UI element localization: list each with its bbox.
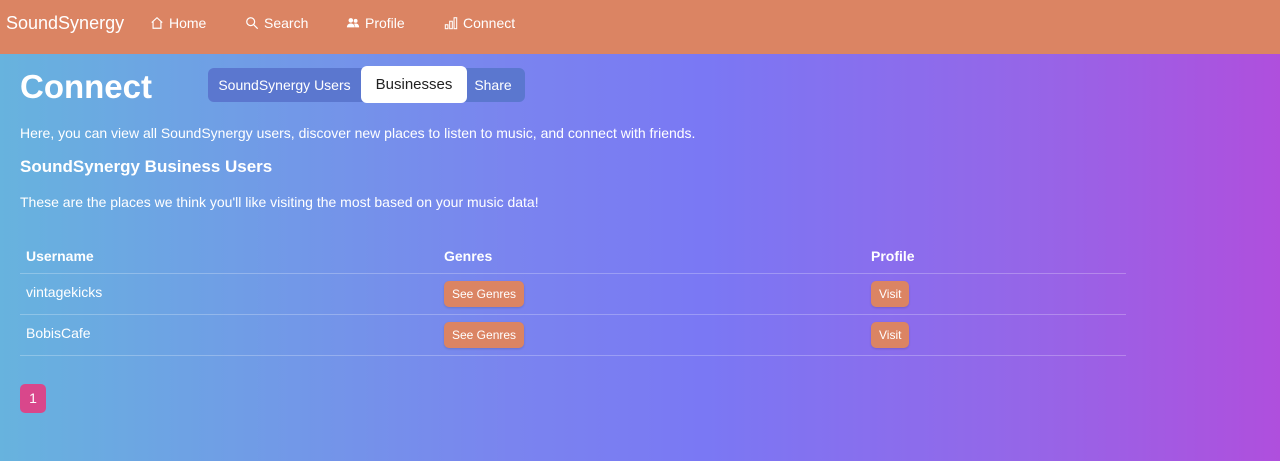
bar-chart-icon [444,17,458,30]
header-username: Username [26,248,94,264]
search-icon [246,17,259,30]
business-users-table: Username Genres Profile vintagekicks See… [20,238,1126,356]
header-genres: Genres [444,248,493,264]
home-icon [151,16,163,29]
nav-connect[interactable]: Connect [444,15,515,31]
nav-search-label: Search [264,15,309,31]
nav-profile-label: Profile [365,15,405,31]
see-genres-button[interactable]: See Genres [444,322,525,348]
nav-connect-label: Connect [463,15,516,31]
nav-home[interactable]: Home [150,15,206,31]
table-row: BobisCafe See Genres Visit [20,315,1126,356]
see-genres-button[interactable]: See Genres [444,281,525,307]
section-title: SoundSynergy Business Users [20,157,273,176]
header-profile: Profile [871,248,915,264]
table-header: Username Genres Profile [20,238,1126,274]
tab-soundsynergy-users[interactable]: SoundSynergy Users [208,68,361,102]
table-row: vintagekicks See Genres Visit [20,274,1126,315]
tab-businesses[interactable]: Businesses [361,66,467,103]
users-icon [346,18,360,28]
nav-profile[interactable]: Profile [346,15,405,31]
connect-tabs: SoundSynergy Users Businesses Share [208,66,525,103]
nav-home-label: Home [169,15,207,31]
top-navbar: SoundSynergy Home Search Profile Connect [0,0,1280,54]
section-description: These are the places we think you'll lik… [20,194,539,210]
nav-search[interactable]: Search [245,15,308,31]
visit-button[interactable]: Visit [871,281,910,307]
tab-share[interactable]: Share [467,68,519,102]
page-title: Connect [20,68,152,105]
username-cell: BobisCafe [26,325,91,341]
brand-logo[interactable]: SoundSynergy [6,13,124,34]
username-cell: vintagekicks [26,284,103,300]
visit-button[interactable]: Visit [871,322,910,348]
intro-text: Here, you can view all SoundSynergy user… [20,125,696,141]
pagination-page-button[interactable]: 1 [20,384,46,413]
